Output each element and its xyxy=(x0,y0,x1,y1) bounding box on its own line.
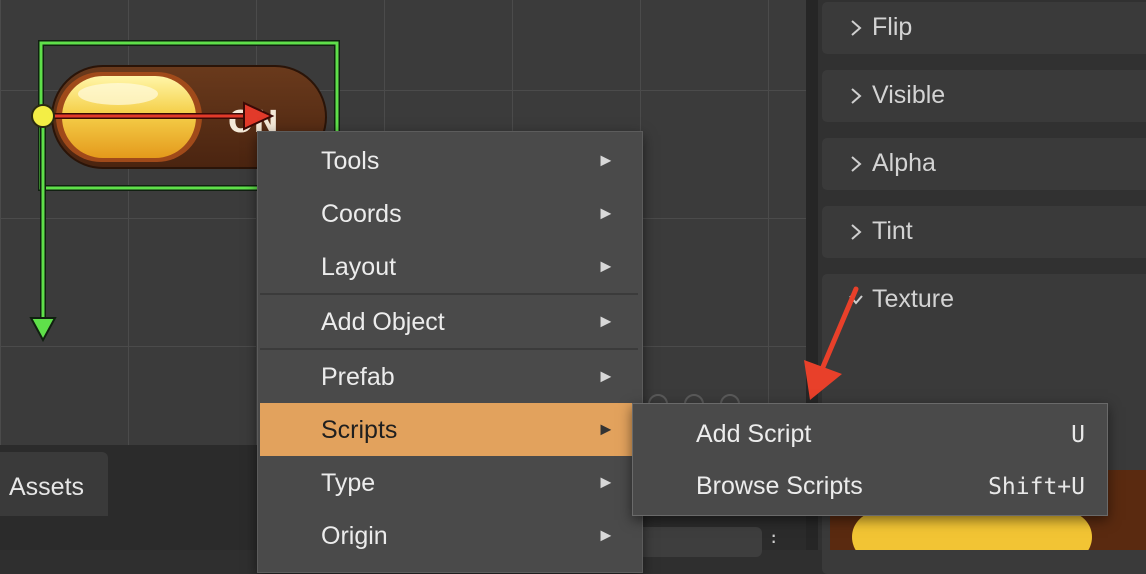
submenu-arrow-icon: ► xyxy=(597,525,615,545)
submenu-arrow-icon: ► xyxy=(597,419,615,439)
section-label: Visible xyxy=(872,81,946,109)
submenu-arrow-icon: ► xyxy=(597,150,615,170)
menu-item-label: Add Script xyxy=(696,420,812,448)
section-label: Tint xyxy=(872,217,913,245)
more-options-icon[interactable]: · · xyxy=(770,524,777,552)
menu-item-browse-scripts[interactable]: Browse Scripts Shift+U xyxy=(633,459,1107,511)
submenu-arrow-icon: ► xyxy=(597,472,615,492)
menu-item-label: Type xyxy=(321,469,376,497)
section-tint[interactable]: Tint xyxy=(822,206,1146,258)
menu-item-label: Add Object xyxy=(321,308,445,336)
submenu-arrow-icon: ► xyxy=(597,256,615,276)
menu-item-label: Origin xyxy=(321,522,388,550)
submenu-arrow-icon: ► xyxy=(597,366,615,386)
scripts-submenu: Add Script U Browse Scripts Shift+U xyxy=(632,403,1108,516)
section-label: Texture xyxy=(872,285,954,313)
menu-item-coords[interactable]: Coords ► xyxy=(260,187,638,240)
menu-item-prefab[interactable]: Prefab ► xyxy=(260,350,638,403)
menu-item-origin[interactable]: Origin ► xyxy=(260,509,638,562)
submenu-arrow-icon: ► xyxy=(597,203,615,223)
menu-item-tools[interactable]: Tools ► xyxy=(260,134,638,187)
menu-item-add-object[interactable]: Add Object ► xyxy=(260,295,638,348)
menu-item-label: Browse Scripts xyxy=(696,472,863,500)
menu-item-label: Layout xyxy=(321,253,397,281)
origin-handle[interactable] xyxy=(31,104,55,128)
section-visible[interactable]: Visible xyxy=(822,70,1146,122)
section-label: Alpha xyxy=(872,149,936,177)
chevron-right-icon xyxy=(851,88,862,104)
chevron-right-icon xyxy=(851,20,862,36)
tab-assets-label: Assets xyxy=(9,473,85,501)
tab-assets[interactable]: Assets xyxy=(0,452,108,516)
section-label: Flip xyxy=(872,13,913,41)
section-alpha[interactable]: Alpha xyxy=(822,138,1146,190)
keyboard-shortcut: Shift+U xyxy=(988,474,1085,500)
menu-item-label: Scripts xyxy=(321,416,398,444)
menu-item-layout[interactable]: Layout ► xyxy=(260,240,638,293)
submenu-arrow-icon: ► xyxy=(597,311,615,331)
keyboard-shortcut: U xyxy=(1071,422,1085,448)
section-flip[interactable]: Flip xyxy=(822,2,1146,54)
menu-item-scripts[interactable]: Scripts ► xyxy=(260,403,638,456)
chevron-right-icon xyxy=(851,156,862,172)
menu-item-label: Coords xyxy=(321,200,402,228)
menu-item-type[interactable]: Type ► xyxy=(260,456,638,509)
chevron-right-icon xyxy=(851,224,862,240)
y-axis-handle[interactable] xyxy=(29,116,57,343)
menu-item-label: Prefab xyxy=(321,363,395,391)
menu-item-add-script[interactable]: Add Script U xyxy=(633,407,1107,459)
context-menu: Tools ► Coords ► Layout ► Add Object ► P… xyxy=(257,131,643,573)
annotation-arrow-icon xyxy=(804,286,859,400)
menu-item-label: Tools xyxy=(321,147,380,175)
